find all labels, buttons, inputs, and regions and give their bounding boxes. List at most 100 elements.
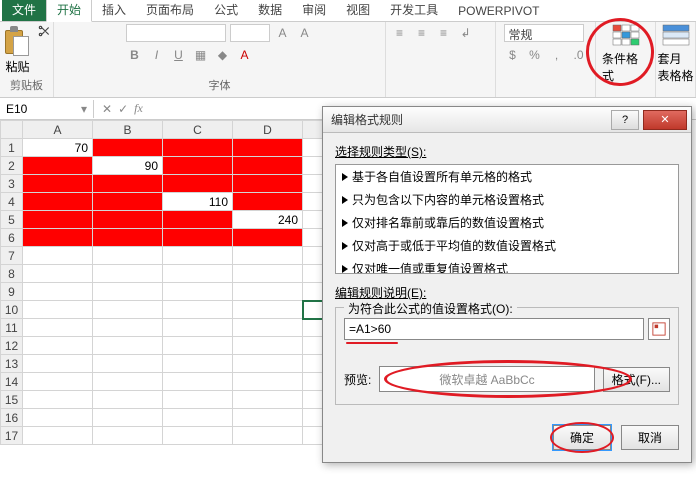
cell[interactable] xyxy=(93,175,163,193)
cell[interactable]: 240 xyxy=(233,211,303,229)
row-header[interactable]: 12 xyxy=(1,337,23,355)
cell[interactable] xyxy=(163,211,233,229)
table-format-button[interactable]: 套月 表格格 xyxy=(658,24,694,84)
cell[interactable] xyxy=(93,283,163,301)
cell[interactable] xyxy=(163,247,233,265)
row-header[interactable]: 3 xyxy=(1,175,23,193)
cell[interactable] xyxy=(233,193,303,211)
rule-type-item[interactable]: 仅对排名靠前或靠后的数值设置格式 xyxy=(336,211,678,234)
cell[interactable] xyxy=(23,157,93,175)
cancel-icon[interactable]: ✕ xyxy=(102,102,112,116)
formula-input[interactable] xyxy=(344,318,644,340)
cell[interactable] xyxy=(93,193,163,211)
cell[interactable] xyxy=(233,229,303,247)
cell[interactable] xyxy=(233,247,303,265)
border-button[interactable]: ▦ xyxy=(192,46,210,64)
cell[interactable]: 110 xyxy=(163,193,233,211)
cell[interactable] xyxy=(23,175,93,193)
align-bot-icon[interactable]: ≡ xyxy=(435,24,453,42)
row-header[interactable]: 9 xyxy=(1,283,23,301)
format-button[interactable]: 格式(F)... xyxy=(603,367,670,392)
row-header[interactable]: 4 xyxy=(1,193,23,211)
row-header[interactable]: 11 xyxy=(1,319,23,337)
tab-view[interactable]: 视图 xyxy=(336,0,380,21)
wrap-text-icon[interactable]: ↲ xyxy=(457,24,475,42)
font-size[interactable] xyxy=(230,24,270,42)
cell[interactable] xyxy=(93,211,163,229)
paste-button[interactable]: 粘贴 xyxy=(3,24,33,75)
rule-type-item[interactable]: 基于各自值设置所有单元格的格式 xyxy=(336,165,678,188)
cell[interactable] xyxy=(233,157,303,175)
cut-icon[interactable] xyxy=(37,24,51,38)
row-header[interactable]: 7 xyxy=(1,247,23,265)
col-header[interactable]: C xyxy=(163,121,233,139)
cell[interactable] xyxy=(23,229,93,247)
inc-dec-icon[interactable]: .0 xyxy=(570,46,588,64)
tab-data[interactable]: 数据 xyxy=(248,0,292,21)
row-header[interactable]: 8 xyxy=(1,265,23,283)
tab-dev[interactable]: 开发工具 xyxy=(380,0,448,21)
italic-button[interactable]: I xyxy=(148,46,166,64)
cell[interactable] xyxy=(163,157,233,175)
cell[interactable] xyxy=(163,139,233,157)
cell[interactable] xyxy=(163,229,233,247)
col-header[interactable]: B xyxy=(93,121,163,139)
cell[interactable] xyxy=(163,265,233,283)
tab-insert[interactable]: 插入 xyxy=(92,0,136,21)
currency-icon[interactable]: $ xyxy=(504,46,522,64)
rule-type-list[interactable]: 基于各自值设置所有单元格的格式 只为包含以下内容的单元格设置格式 仅对排名靠前或… xyxy=(335,164,679,274)
cell[interactable] xyxy=(163,283,233,301)
row-header[interactable]: 16 xyxy=(1,409,23,427)
row-header[interactable]: 14 xyxy=(1,373,23,391)
row-header[interactable]: 15 xyxy=(1,391,23,409)
conditional-format-button[interactable]: 条件格式 xyxy=(602,24,649,84)
align-top-icon[interactable]: ≡ xyxy=(391,24,409,42)
dialog-titlebar[interactable]: 编辑格式规则 ? ✕ xyxy=(323,107,691,133)
rule-type-item[interactable]: 仅对高于或低于平均值的数值设置格式 xyxy=(336,234,678,257)
cell[interactable] xyxy=(93,265,163,283)
cell[interactable] xyxy=(23,265,93,283)
number-format[interactable]: 常规 xyxy=(504,24,584,42)
cell[interactable] xyxy=(233,139,303,157)
decrease-font-icon[interactable]: A xyxy=(296,24,314,42)
align-mid-icon[interactable]: ≡ xyxy=(413,24,431,42)
cell[interactable] xyxy=(23,283,93,301)
underline-button[interactable]: U xyxy=(170,46,188,64)
fx-icon[interactable]: fx xyxy=(134,101,143,116)
cell[interactable] xyxy=(233,301,303,319)
cell[interactable] xyxy=(233,265,303,283)
percent-icon[interactable]: % xyxy=(526,46,544,64)
bold-button[interactable]: B xyxy=(126,46,144,64)
tab-layout[interactable]: 页面布局 xyxy=(136,0,204,21)
row-header[interactable]: 2 xyxy=(1,157,23,175)
row-header[interactable]: 13 xyxy=(1,355,23,373)
cell[interactable]: 70 xyxy=(23,139,93,157)
col-header[interactable]: A xyxy=(23,121,93,139)
enter-icon[interactable]: ✓ xyxy=(118,102,128,116)
cell[interactable] xyxy=(23,193,93,211)
cell[interactable] xyxy=(93,139,163,157)
help-button[interactable]: ? xyxy=(611,110,639,130)
ok-button[interactable]: 确定 xyxy=(553,425,611,450)
row-header[interactable]: 5 xyxy=(1,211,23,229)
active-cell[interactable] xyxy=(303,301,323,319)
col-header[interactable]: D xyxy=(233,121,303,139)
chevron-down-icon[interactable]: ▾ xyxy=(81,102,87,116)
row-header[interactable]: 10 xyxy=(1,301,23,319)
name-box[interactable]: E10▾ xyxy=(0,100,94,118)
cell[interactable] xyxy=(163,301,233,319)
tab-home[interactable]: 开始 xyxy=(46,0,92,22)
cell[interactable] xyxy=(233,283,303,301)
cell[interactable] xyxy=(93,301,163,319)
font-name[interactable] xyxy=(126,24,226,42)
comma-icon[interactable]: , xyxy=(548,46,566,64)
cell[interactable] xyxy=(93,229,163,247)
cell[interactable] xyxy=(93,247,163,265)
cell[interactable] xyxy=(23,247,93,265)
close-button[interactable]: ✕ xyxy=(643,110,687,130)
tab-file[interactable]: 文件 xyxy=(2,0,46,21)
row-header[interactable]: 1 xyxy=(1,139,23,157)
select-all[interactable] xyxy=(1,121,23,139)
cell[interactable] xyxy=(233,175,303,193)
cell[interactable]: 90 xyxy=(93,157,163,175)
